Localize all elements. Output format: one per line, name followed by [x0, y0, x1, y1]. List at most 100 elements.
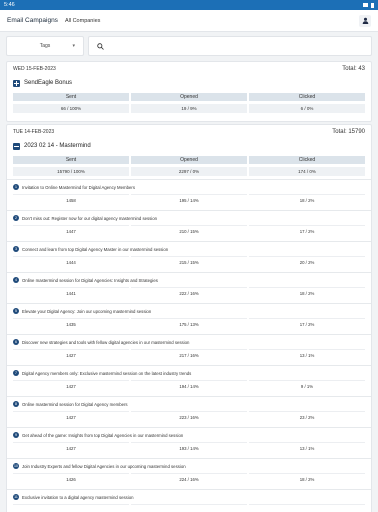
stats-values: 15790 / 100% 2297 / 0% 174 / 0% [7, 167, 371, 176]
email-subject-row: 11 Exclusive invitation to a digital agen… [13, 490, 365, 504]
email-number-badge: 2 [13, 215, 19, 221]
email-row[interactable]: 5 Elevate your Digital Agency: Join our u… [7, 303, 371, 334]
email-row[interactable]: 6 Discover new strategies and tools with … [7, 334, 371, 365]
email-stats: 1427 223 / 16% 23 / 2% [13, 411, 365, 423]
company-filter-link[interactable]: All Companies [65, 18, 100, 24]
page-title: Email Campaigns [7, 17, 58, 24]
email-clicked: 23 / 2% [249, 411, 365, 423]
email-sent: 1427 [13, 442, 129, 454]
email-row[interactable]: 1 Invitation to Online Mastermind for Dig… [7, 179, 371, 210]
campaign-row[interactable]: SendEagle Bonus [7, 75, 371, 91]
clicked-header: Clicked [249, 93, 365, 101]
email-clicked: 20 / 2% [249, 256, 365, 268]
email-subject: Discover new strategies and tools with f… [22, 339, 190, 345]
email-stats: 1427 217 / 16% 13 / 1% [13, 349, 365, 361]
email-number-badge: 11 [13, 494, 19, 500]
account-button[interactable] [359, 14, 371, 27]
email-subject: Exclusive invitation to a digital agency… [22, 494, 134, 500]
collapse-icon[interactable] [13, 142, 20, 150]
email-clicked: 18 / 2% [249, 287, 365, 299]
stats-values: 66 / 100% 19 / 9% 6 / 0% [7, 104, 371, 113]
email-sent: 1458 [13, 194, 129, 206]
wifi-icon [363, 3, 368, 7]
email-sent: 1435 [13, 318, 129, 330]
search-box[interactable] [88, 36, 372, 56]
sent-header: Sent [13, 156, 129, 164]
email-stats: 1427 194 / 14% 9 / 1% [13, 380, 365, 392]
email-clicked: 18 / 2% [249, 473, 365, 485]
email-opened: 223 / 16% [131, 411, 247, 423]
email-clicked: 13 / 1% [249, 442, 365, 454]
chevron-down-icon: ▾ [72, 43, 75, 49]
day-total: Total: 43 [342, 66, 365, 72]
email-stats: 1427 193 / 14% 13 / 1% [13, 442, 365, 454]
email-sent: 1427 [13, 349, 129, 361]
campaign-name: 2023 02 14 - Mastermind [24, 143, 91, 149]
email-clicked: 18 / 2% [249, 194, 365, 206]
email-subject: Don't miss out: Register now for our dig… [22, 215, 158, 221]
email-opened: 194 / 14% [131, 380, 247, 392]
email-number-badge: 4 [13, 277, 19, 283]
clicked-value: 174 / 0% [249, 167, 365, 176]
email-opened: 210 / 15% [131, 225, 247, 237]
day-total: Total: 15790 [332, 129, 365, 135]
expand-icon[interactable] [13, 79, 20, 87]
campaign-row[interactable]: 2023 02 14 - Mastermind [7, 138, 371, 154]
day-date: TUE 14-FEB-2023 [13, 128, 55, 135]
search-input[interactable] [109, 43, 371, 49]
email-subject-row: 9 Get ahead of the game: Insights from to… [13, 428, 365, 442]
email-number-badge: 6 [13, 339, 19, 345]
email-stats: 1435 175 / 13% 17 / 2% [13, 318, 365, 330]
email-subject: Get ahead of the game: Insights from top… [22, 432, 184, 438]
email-sent: 1447 [13, 225, 129, 237]
tags-dropdown[interactable]: Tags ▾ [6, 36, 84, 56]
email-number-badge: 1 [13, 184, 19, 190]
email-opened: 175 / 13% [131, 318, 247, 330]
email-opened: 217 / 16% [131, 349, 247, 361]
email-clicked [249, 504, 365, 512]
email-subject-row: 10 Join Industry Experts and fellow Digit… [13, 459, 365, 473]
email-row[interactable]: 7 Digital Agency members only: Exclusive … [7, 365, 371, 396]
email-stats [13, 504, 365, 512]
email-sent: 1426 [13, 473, 129, 485]
email-row[interactable]: 11 Exclusive invitation to a digital agen… [7, 489, 371, 512]
email-row[interactable]: 4 Online mastermind session for Digital A… [7, 272, 371, 303]
email-row[interactable]: 3 Connect and learn from top Digital Agen… [7, 241, 371, 272]
stats-header: Sent Opened Clicked [7, 93, 371, 101]
day-header: WED 15-FEB-2023 Total: 43 [7, 62, 371, 75]
email-subject: Elevate your Digital Agency: Join our up… [22, 308, 152, 314]
email-subject-row: 8 Online mastermind session for Digital A… [13, 397, 365, 411]
day-card: TUE 14-FEB-2023 Total: 15790 2023 02 14 … [6, 124, 372, 512]
stats-header: Sent Opened Clicked [7, 156, 371, 164]
total-value: 43 [358, 65, 365, 72]
email-clicked: 17 / 2% [249, 225, 365, 237]
email-stats: 1441 222 / 16% 18 / 2% [13, 287, 365, 299]
status-time: 5:46 [4, 2, 15, 8]
opened-header: Opened [131, 156, 247, 164]
email-subject-row: 6 Discover new strategies and tools with … [13, 335, 365, 349]
email-row[interactable]: 8 Online mastermind session for Digital A… [7, 396, 371, 427]
email-subject: Invitation to Online Mastermind for Digi… [22, 184, 135, 190]
email-subject: Online mastermind session for Digital Ag… [22, 277, 158, 283]
email-row[interactable]: 2 Don't miss out: Register now for our di… [7, 210, 371, 241]
email-sent: 1427 [13, 411, 129, 423]
total-label: Total: [342, 65, 357, 72]
tags-label: Tags [39, 43, 51, 49]
email-subject-row: 1 Invitation to Online Mastermind for Dig… [13, 180, 365, 194]
email-subject: Online mastermind session for Digital Ag… [22, 401, 128, 407]
total-label: Total: [332, 128, 347, 135]
email-sent: 1427 [13, 380, 129, 392]
email-row[interactable]: 10 Join Industry Experts and fellow Digit… [7, 458, 371, 489]
clicked-header: Clicked [249, 156, 365, 164]
sent-value: 15790 / 100% [13, 167, 129, 176]
email-number-badge: 3 [13, 246, 19, 252]
email-clicked: 9 / 1% [249, 380, 365, 392]
email-sent [13, 504, 129, 512]
email-number-badge: 7 [13, 370, 19, 376]
email-subject-row: 3 Connect and learn from top Digital Agen… [13, 242, 365, 256]
email-opened: 193 / 14% [131, 442, 247, 454]
battery-icon [371, 2, 374, 8]
sent-header: Sent [13, 93, 129, 101]
email-row[interactable]: 9 Get ahead of the game: Insights from to… [7, 427, 371, 458]
filter-bar: Tags ▾ [6, 36, 372, 56]
